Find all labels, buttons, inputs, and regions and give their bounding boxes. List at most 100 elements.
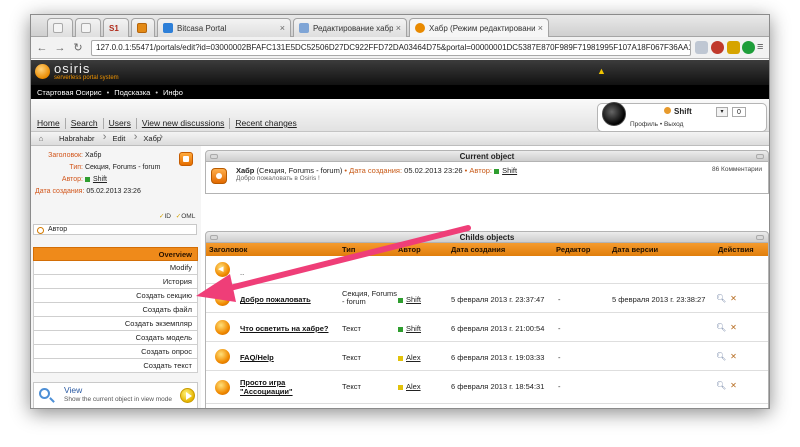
- row-title-link[interactable]: Что осветить на хабре?: [240, 324, 329, 333]
- avatar[interactable]: [602, 102, 626, 126]
- id-link[interactable]: ID: [164, 213, 171, 220]
- extension-lock-icon[interactable]: [727, 41, 740, 54]
- menu-users[interactable]: Users: [109, 118, 131, 129]
- actions-menu: Overview Modify История Создать секцию С…: [33, 247, 198, 373]
- collapse-icon[interactable]: [210, 235, 218, 240]
- current-object-type: (Секция, Forums - forum): [256, 166, 343, 175]
- close-icon[interactable]: ×: [396, 23, 401, 33]
- row-author-link[interactable]: Alex: [406, 353, 421, 362]
- oml-link[interactable]: OML: [181, 213, 195, 220]
- wrench-icon[interactable]: ✕: [730, 294, 737, 303]
- expand-icon[interactable]: [756, 154, 764, 159]
- extension-red-icon[interactable]: [711, 41, 724, 54]
- search-icon[interactable]: 🔍︎: [716, 381, 726, 390]
- title-value: Хабр: [84, 152, 102, 159]
- date-value: 05.02.2013 23:26: [86, 188, 141, 195]
- wrench-icon[interactable]: ✕: [730, 352, 737, 361]
- menu-search[interactable]: Search: [71, 118, 98, 129]
- action-modify[interactable]: Modify: [33, 261, 198, 275]
- col-type[interactable]: Тип: [342, 243, 355, 256]
- table-row[interactable]: Просто игра "Ассоциации" Текст Alex 6 фе…: [206, 372, 768, 404]
- table-row-up[interactable]: ..: [206, 256, 768, 284]
- action-create-file[interactable]: Создать файл: [33, 303, 198, 317]
- close-icon[interactable]: ×: [280, 23, 285, 33]
- author-link[interactable]: Shift: [93, 176, 107, 183]
- back-arrow-icon[interactable]: [215, 262, 230, 277]
- action-create-poll[interactable]: Создать опрос: [33, 345, 198, 359]
- user-dropdown-icon[interactable]: ▾: [716, 107, 728, 117]
- tab-4[interactable]: [131, 18, 155, 37]
- col-title[interactable]: Заголовок: [209, 243, 247, 256]
- nav-hint[interactable]: Подсказка: [114, 88, 150, 97]
- extension-h-icon[interactable]: [742, 41, 755, 54]
- collapse-icon[interactable]: [210, 154, 218, 159]
- breadcrumb-edit[interactable]: Edit: [104, 131, 137, 143]
- col-editor[interactable]: Редактор: [556, 243, 590, 256]
- row-author-link[interactable]: Alex: [406, 382, 421, 391]
- row-title-link[interactable]: Добро пожаловать: [240, 295, 311, 304]
- date-label: Дата создания:: [35, 188, 85, 195]
- menu-view-new-discussions[interactable]: View new discussions: [142, 118, 225, 129]
- nav-info[interactable]: Инфо: [163, 88, 183, 97]
- wrench-icon[interactable]: ✕: [730, 381, 737, 390]
- search-icon[interactable]: 🔍︎: [716, 323, 726, 332]
- menu-home[interactable]: Home: [37, 118, 60, 129]
- site-header: osiris serverless portal system ▲: [31, 60, 769, 85]
- action-history[interactable]: История: [33, 275, 198, 289]
- action-create-instance[interactable]: Создать экземпляр: [33, 317, 198, 331]
- user-links[interactable]: Профиль • Выход: [630, 121, 683, 128]
- nav-start[interactable]: Стартовая Осирис: [37, 88, 102, 97]
- user-name[interactable]: Shift: [664, 107, 692, 116]
- search-icon[interactable]: 🔍︎: [716, 294, 726, 303]
- action-overview[interactable]: Overview: [33, 247, 198, 261]
- view-box[interactable]: View Show the current object in view mod…: [33, 382, 198, 408]
- table-row[interactable]: Что осветить на хабре? Текст Shift 6 фев…: [206, 314, 768, 342]
- breadcrumb-habrahabr[interactable]: Habrahabr: [51, 131, 107, 143]
- col-author[interactable]: Автор: [398, 243, 421, 256]
- search-icon[interactable]: 🔍︎: [716, 352, 726, 361]
- menu-links: Home Search Users View new discussions R…: [37, 118, 297, 129]
- table-row[interactable]: FAQ/Help Текст Alex 6 февраля 2013 г. 19…: [206, 343, 768, 371]
- menu-recent-changes[interactable]: Recent changes: [235, 118, 296, 129]
- row-type: Текст: [342, 382, 361, 391]
- row-title-link[interactable]: FAQ/Help: [240, 353, 274, 362]
- address-bar[interactable]: 127.0.0.1:55471/portals/edit?id=03000002…: [91, 40, 691, 56]
- row-author-link[interactable]: Shift: [406, 324, 421, 333]
- forward-icon[interactable]: →: [53, 42, 67, 54]
- back-icon[interactable]: ←: [35, 42, 49, 54]
- row-created: 6 февраля 2013 г. 18:54:31: [451, 382, 545, 391]
- expand-icon[interactable]: [756, 235, 764, 240]
- tab-edit-habrtopic[interactable]: Редактирование хабратопика ×: [293, 18, 407, 37]
- row-title-link[interactable]: Просто игра "Ассоциации": [240, 378, 330, 396]
- tab-3[interactable]: S1: [103, 18, 129, 37]
- author-box[interactable]: Автор: [33, 224, 197, 235]
- tab-1[interactable]: [47, 18, 73, 37]
- table-row[interactable]: Добро пожаловать Секция, Forums - forum …: [206, 285, 768, 313]
- action-create-section[interactable]: Создать секцию: [33, 289, 198, 303]
- action-create-text[interactable]: Создать текст: [33, 359, 198, 373]
- up-label: ..: [240, 268, 245, 277]
- warning-icon[interactable]: ▲: [597, 66, 606, 76]
- row-author-link[interactable]: Shift: [406, 295, 421, 304]
- cross-icon: [137, 23, 147, 33]
- current-date-label: Дата создания:: [349, 166, 403, 175]
- row-version: 5 февраля 2013 г. 23:38:27: [612, 295, 706, 304]
- action-create-model[interactable]: Создать модель: [33, 331, 198, 345]
- home-icon[interactable]: ⌂: [31, 134, 51, 143]
- close-icon[interactable]: ×: [538, 23, 543, 33]
- menu-icon[interactable]: ≡: [757, 41, 769, 54]
- wrench-icon[interactable]: ✕: [730, 323, 737, 332]
- bookmark-star-icon[interactable]: [695, 41, 708, 54]
- row-type: Текст: [342, 324, 361, 333]
- item-icon: [215, 380, 230, 395]
- tab-habr-edit-mode[interactable]: Хабр (Режим редактирования ×: [409, 18, 549, 37]
- comments-count[interactable]: 86 Комментарии: [712, 166, 762, 173]
- current-author-link[interactable]: Shift: [502, 166, 517, 175]
- tab-bitcasa[interactable]: Bitcasa Portal ×: [157, 18, 291, 37]
- col-created[interactable]: Дата создания: [451, 243, 505, 256]
- col-version[interactable]: Дата версии: [612, 243, 658, 256]
- tab-2[interactable]: [75, 18, 101, 37]
- play-icon[interactable]: [180, 388, 195, 403]
- reload-icon[interactable]: ↻: [71, 41, 85, 54]
- item-icon: [215, 320, 230, 335]
